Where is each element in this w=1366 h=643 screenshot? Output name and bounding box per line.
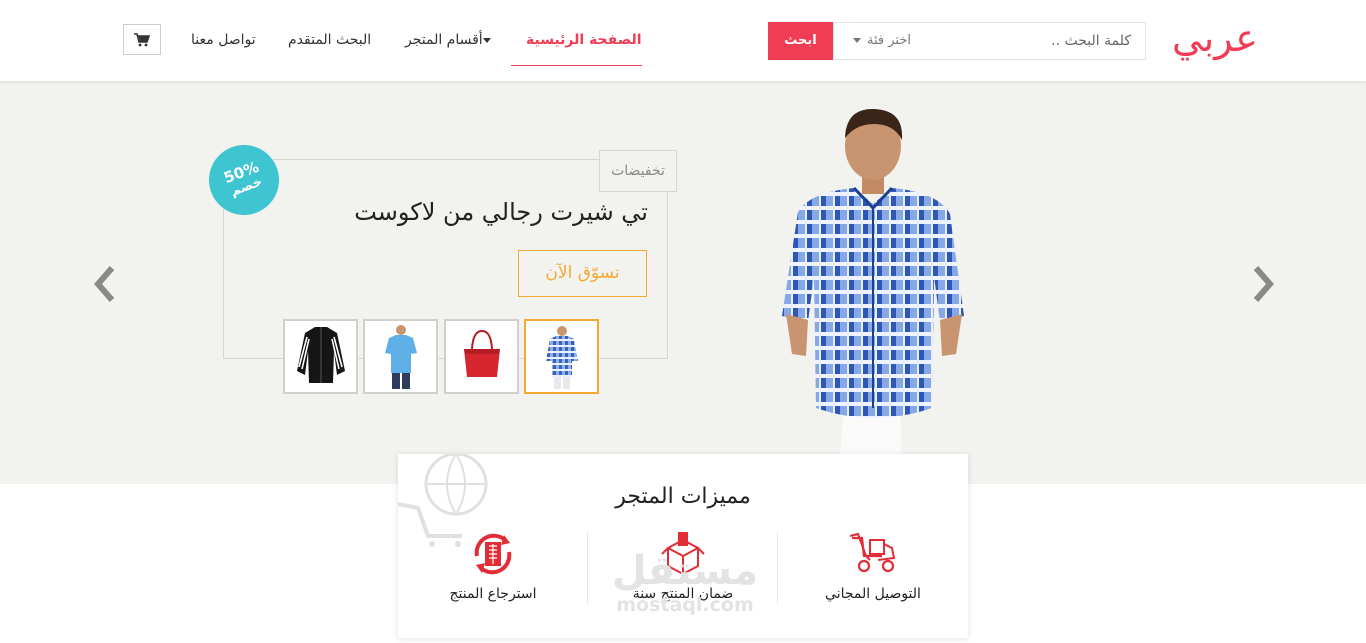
nav-advanced-search[interactable]: البحث المتقدم <box>288 30 371 50</box>
model-image <box>782 108 964 454</box>
promo-title: تي شيرت رجالي من لاكوست <box>354 198 648 226</box>
store-features-card: مميزات المتجر التوصيل المجاني ضمان المنت… <box>398 454 968 638</box>
category-select-label: اختر فئة <box>867 33 911 48</box>
chevron-right-icon[interactable] <box>1248 262 1278 306</box>
thumbnail-plaid-shirt[interactable] <box>524 319 599 394</box>
caret-down-icon <box>482 37 491 43</box>
return-icon <box>474 533 512 575</box>
black-jacket-image <box>297 327 345 383</box>
shop-now-button[interactable]: تسوّق الآن <box>518 250 647 297</box>
plaid-shirt-image <box>546 326 578 389</box>
site-logo[interactable]: عربي <box>1172 14 1258 62</box>
box-icon <box>661 532 705 576</box>
nav-store-sections-label: أقسام المتجر <box>405 32 483 48</box>
sale-tag: تخفيضات <box>599 150 677 192</box>
feature-label: استرجاع المنتج <box>449 586 537 602</box>
feature-label: التوصيل المجاني <box>825 586 921 602</box>
nav-contact[interactable]: تواصل معنا <box>191 30 256 50</box>
nav-home[interactable]: الصفحة الرئيسية <box>526 30 642 50</box>
thumbnail-red-handbag[interactable] <box>444 319 519 394</box>
category-select[interactable]: اختر فئة <box>833 22 930 60</box>
delivery-truck-icon <box>849 532 896 573</box>
nav-active-underline <box>511 65 642 66</box>
feature-label: ضمان المنتج سنة <box>632 586 734 602</box>
cart-icon <box>134 32 150 46</box>
features-title: مميزات المتجر <box>615 484 751 509</box>
hero-slider <box>0 82 1366 484</box>
cart-button[interactable] <box>123 24 161 55</box>
caret-down-icon <box>853 38 861 43</box>
search-input[interactable]: كلمة البحث .. <box>929 22 1146 60</box>
nav-store-sections[interactable]: أقسام المتجر <box>405 30 496 50</box>
red-handbag-image <box>464 329 500 377</box>
thumbnail-blue-polo[interactable] <box>363 319 438 394</box>
site-header: عربي كلمة البحث .. اختر فئة ابحث الصفحة … <box>0 0 1366 82</box>
search-button[interactable]: ابحث <box>768 22 833 60</box>
thumbnail-black-jacket[interactable] <box>283 319 358 394</box>
chevron-left-icon[interactable] <box>90 262 120 306</box>
blue-polo-image <box>385 325 417 389</box>
